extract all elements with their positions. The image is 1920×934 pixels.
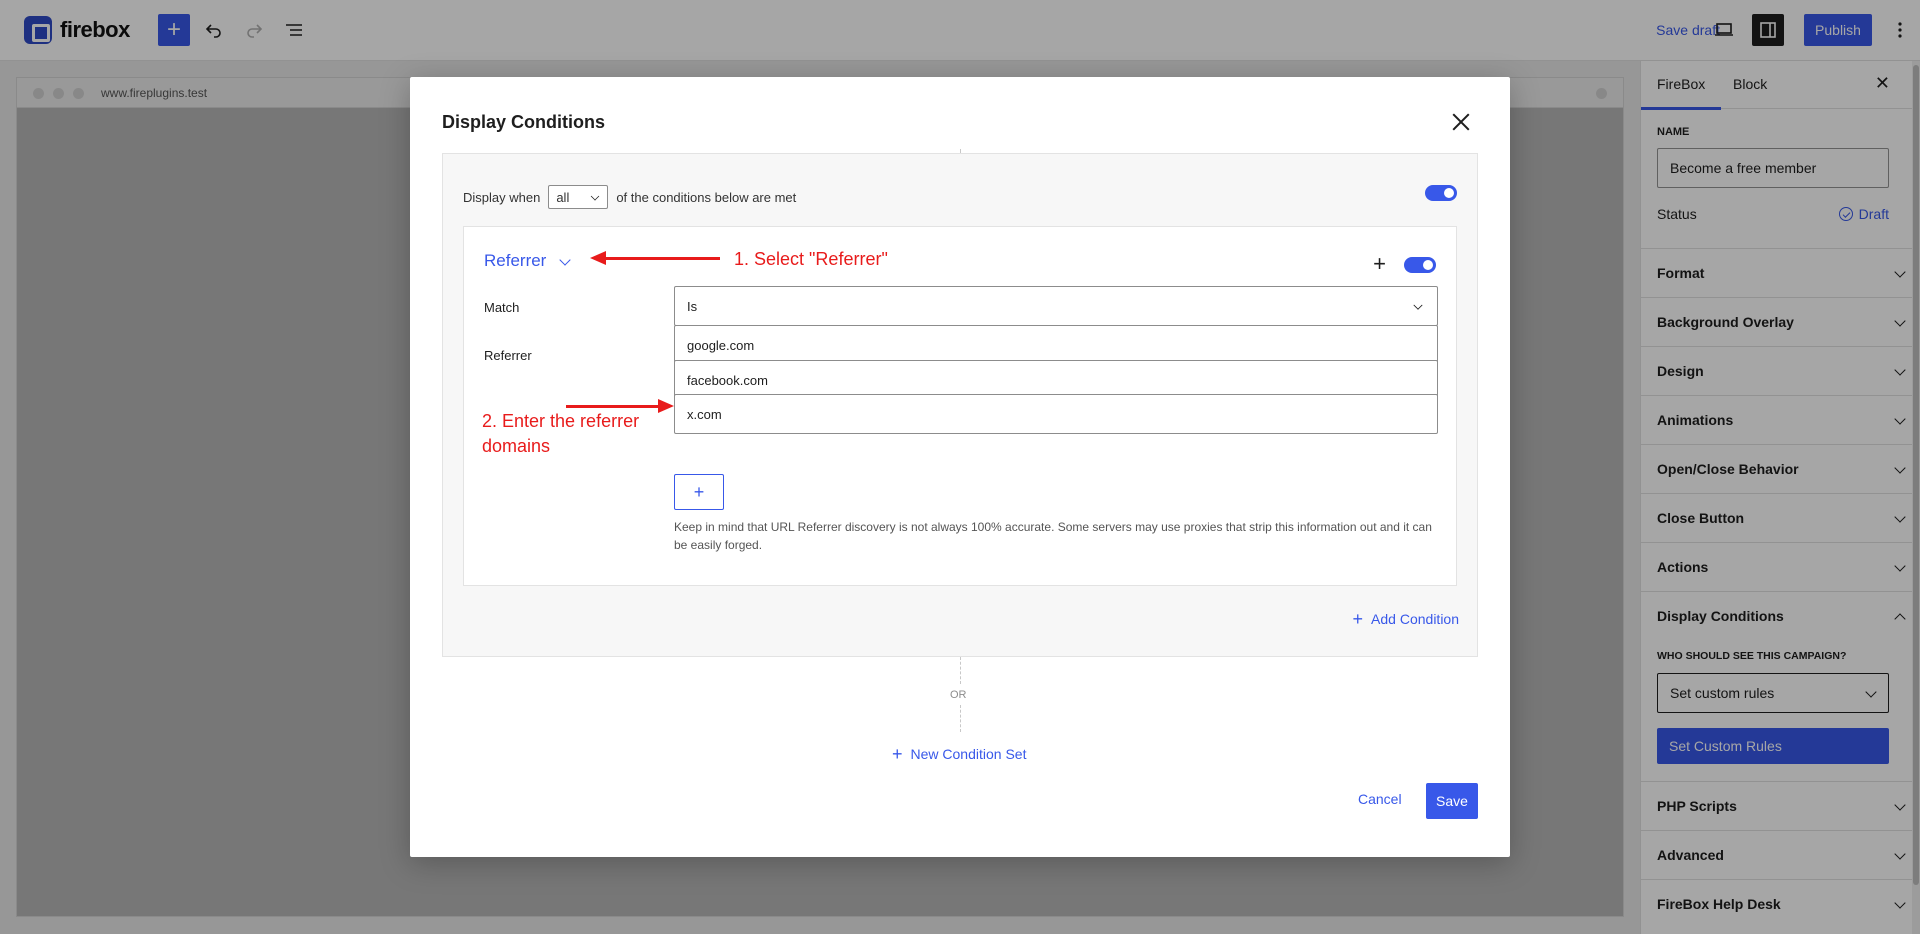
referrer-hint: Keep in mind that URL Referrer discovery… (674, 520, 1432, 552)
new-condition-set-label: New Condition Set (910, 746, 1027, 762)
chevron-down-icon (560, 256, 570, 266)
new-condition-set-button[interactable]: + New Condition Set (892, 745, 1026, 763)
or-separator: OR (950, 689, 967, 701)
match-all-value: all (556, 190, 570, 205)
annotation-step2-line2: domains (482, 436, 551, 456)
chevron-down-icon (1414, 302, 1422, 310)
cancel-button[interactable]: Cancel (1358, 791, 1402, 807)
referrer-label: Referrer (484, 348, 532, 363)
annotation-step1: 1. Select "Referrer" (734, 249, 888, 269)
match-all-select[interactable]: all (548, 185, 609, 209)
display-when-label: Display when (463, 189, 541, 205)
add-condition-button[interactable]: + Add Condition (1353, 610, 1459, 628)
condition-type-label: Referrer (484, 251, 547, 270)
match-label: Match (484, 300, 520, 315)
condition-type-select[interactable]: Referrer (484, 251, 570, 271)
plus-icon: + (693, 481, 705, 502)
chevron-down-icon (592, 193, 600, 201)
annotation-arrow-right-icon (566, 399, 674, 413)
add-referrer-button[interactable]: + (674, 474, 724, 510)
match-operator-value: Is (687, 299, 698, 314)
match-rule: Display when all of the conditions below… (463, 185, 796, 209)
display-when-suffix: of the conditions below are met (616, 189, 797, 205)
referrer-input[interactable]: google.com (674, 325, 1438, 365)
display-conditions-modal: Display Conditions Display when all of t… (410, 77, 1510, 857)
plus-icon: + (1352, 609, 1364, 629)
match-operator-select[interactable]: Is (674, 286, 1438, 326)
annotation-step2-line1: 2. Enter the referrer (482, 411, 640, 431)
condition-toggle[interactable] (1404, 257, 1436, 273)
modal-title: Display Conditions (442, 112, 606, 132)
add-condition-label: Add Condition (1371, 611, 1459, 627)
close-icon[interactable] (1450, 111, 1472, 133)
add-condition-icon[interactable]: + (1373, 253, 1386, 275)
save-button[interactable]: Save (1426, 783, 1478, 819)
annotation-arrow-left-icon (590, 251, 720, 265)
condition-set-toggle[interactable] (1425, 185, 1457, 201)
plus-icon: + (892, 744, 903, 764)
connector-line (960, 657, 961, 684)
connector-line (960, 705, 961, 732)
referrer-input[interactable]: x.com (674, 394, 1438, 434)
